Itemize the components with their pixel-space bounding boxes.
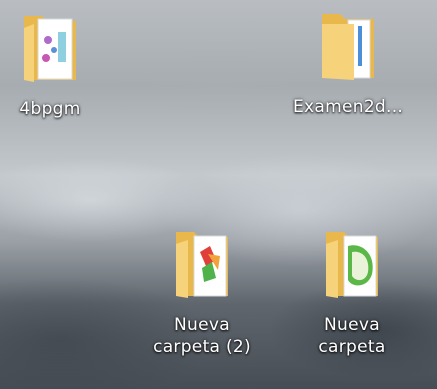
folder-icon [322, 226, 382, 300]
folder-icon [20, 10, 80, 84]
icon-label-line-1: Nueva [324, 315, 380, 335]
icon-label: Examen2d... [293, 97, 404, 117]
folder-icon [318, 8, 378, 82]
desktop-icon-4bpgm[interactable]: 4bpgm [0, 10, 105, 120]
desktop-icon-examen2d[interactable]: Examen2d... [293, 8, 403, 118]
icon-label: 4bpgm [19, 99, 81, 119]
icon-label-line-2: carpeta (2) [153, 337, 251, 357]
desktop-icon-nueva-carpeta[interactable]: Nueva carpeta [297, 226, 407, 358]
desktop-icon-nueva-carpeta-2[interactable]: Nueva carpeta (2) [147, 226, 257, 358]
folder-icon [172, 226, 232, 300]
icon-label-line-2: carpeta [318, 337, 386, 357]
icon-label-line-1: Nueva [174, 315, 230, 335]
